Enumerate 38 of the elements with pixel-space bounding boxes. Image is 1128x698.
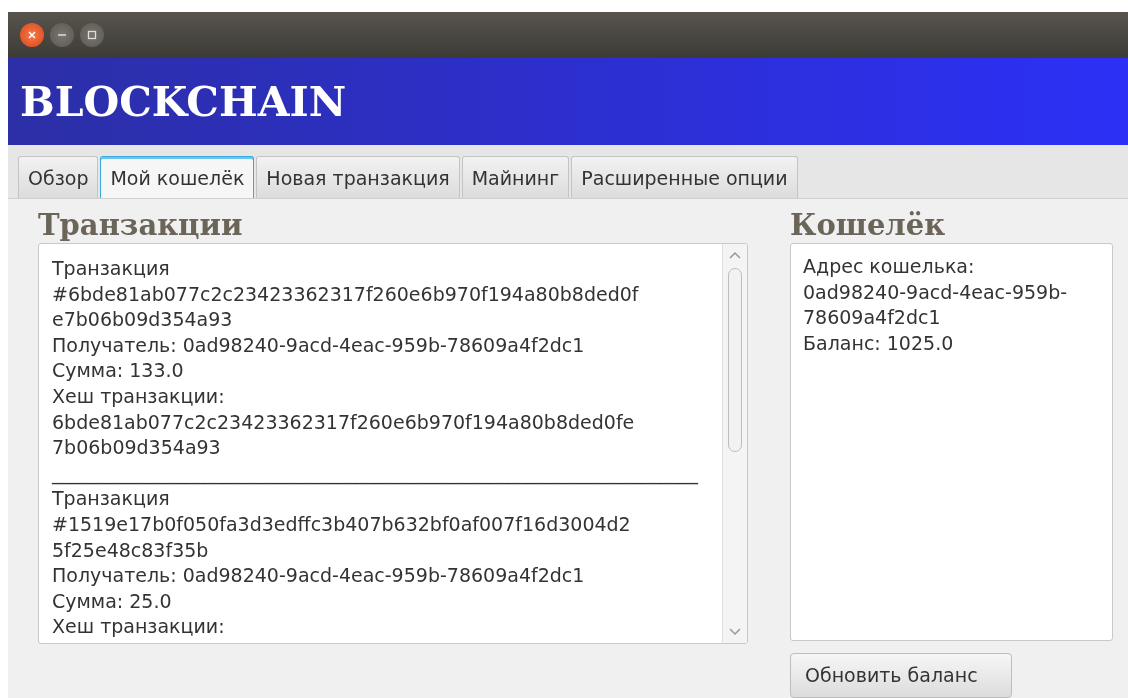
text-line: Адрес кошелька: [803, 254, 976, 279]
text-line: Хеш транзакции: [52, 614, 226, 640]
maximize-button[interactable] [80, 23, 104, 47]
scroll-up-icon[interactable] [728, 250, 742, 260]
tab[interactable]: Майнинг [461, 156, 570, 198]
text-line: 0ad98240-9acd-4eac-959b- [803, 279, 1069, 305]
text-line: Транзакция [52, 486, 171, 512]
section-title: Транзакции [38, 207, 244, 243]
wallet-text-area[interactable]: Адрес кошелька: 0ad98240-9acd-4eac-959b- 78609a4f2dc1 Баланс: 1025.0 [790, 243, 1113, 641]
text-line: #1519e17b0f050fa3d3edffc3b407b632bf0af007f16d3004d2 [52, 511, 632, 537]
section-title: Кошелёк [790, 207, 947, 243]
scroll-down-icon[interactable] [728, 627, 742, 637]
text-line: 6bde81ab077c2c23423362317f260e6b970f194a80b8ded0fe [52, 409, 636, 435]
text-line: Баланс: 1025.0 [803, 330, 955, 356]
tab[interactable]: Расширенные опции [571, 156, 798, 198]
text-line: Получатель: 0ad98240-9acd-4eac-959b-78609a4f2dc1 [52, 332, 586, 358]
text-line: Получатель: 0ad98240-9acd-4eac-959b-78609a4f2dc1 [52, 563, 586, 589]
text-line: Хеш транзакции: [52, 383, 226, 409]
text-line: #6bde81ab077c2c23423362317f260e6b970f194a80b8ded0f [52, 281, 640, 307]
text-line: 7b06b09d354a93 [52, 435, 222, 461]
text-line: Транзакция [52, 256, 171, 281]
close-button[interactable] [20, 23, 44, 47]
transactions-text-area[interactable] [38, 243, 748, 644]
text-line: 78609a4f2dc1 [803, 305, 942, 331]
tab[interactable]: Новая транзакция [256, 156, 460, 198]
tab[interactable]: Обзор [18, 156, 99, 198]
tab[interactable]: Мой кошелёк [100, 156, 255, 198]
text-line: ____________________________________________________________________ [52, 460, 700, 487]
refresh-balance-button[interactable]: Обновить баланс [790, 652, 1012, 698]
text-line: Сумма: 25.0 [52, 588, 173, 614]
text-line: e7b06b09d354a93 [52, 307, 234, 333]
maximize-icon [85, 28, 99, 42]
app-title: BLOCKCHAIN [20, 77, 347, 126]
scroll-thumb[interactable] [728, 268, 742, 452]
minimize-button[interactable] [50, 23, 74, 47]
scrollbar[interactable] [722, 244, 747, 643]
text-line: Сумма: 133.0 [52, 358, 185, 384]
text-line: 5f25e48c83f35b [52, 537, 210, 563]
